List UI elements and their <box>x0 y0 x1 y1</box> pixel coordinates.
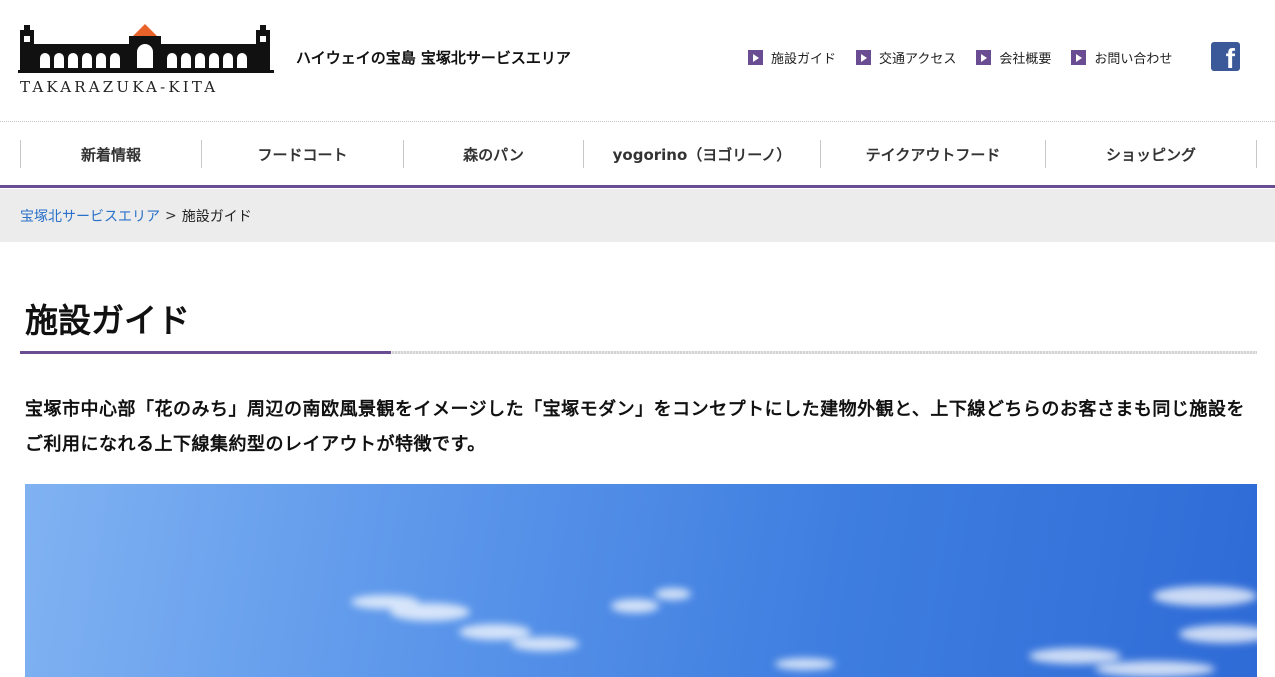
top-links: 施設ガイド 交通アクセス 会社概要 お問い合わせ <box>748 48 1192 67</box>
play-triangle-icon <box>976 50 992 65</box>
nav-item-food-court[interactable]: フードコート <box>201 140 403 168</box>
top-link-company[interactable]: 会社概要 <box>976 48 1051 67</box>
play-triangle-icon <box>856 50 872 65</box>
facebook-icon[interactable]: f <box>1211 42 1240 73</box>
site-title: ハイウェイの宝島 宝塚北サービスエリア <box>296 49 571 67</box>
breadcrumb-separator: > <box>165 207 177 224</box>
page-title: 施設ガイド <box>25 301 190 340</box>
nav-item-forest-bread[interactable]: 森のパン <box>403 140 583 168</box>
nav-item-news[interactable]: 新着情報 <box>20 140 201 168</box>
facility-photo <box>25 484 1257 677</box>
nav-item-takeout[interactable]: テイクアウトフード <box>820 140 1045 168</box>
breadcrumb-home-link[interactable]: 宝塚北サービスエリア <box>20 206 160 226</box>
title-divider-accent <box>20 351 391 354</box>
site-header: TAKARAZUKA-KITA ハイウェイの宝島 宝塚北サービスエリア 施設ガイ… <box>0 0 1275 122</box>
top-link-label: お問い合わせ <box>1094 52 1173 67</box>
sky-clouds-image <box>351 586 1257 677</box>
top-link-label: 会社概要 <box>999 52 1052 67</box>
play-triangle-icon <box>1071 50 1087 65</box>
breadcrumb: 宝塚北サービスエリア > 施設ガイド <box>0 189 1275 242</box>
top-link-contact[interactable]: お問い合わせ <box>1071 48 1172 67</box>
top-link-label: 施設ガイド <box>771 52 837 67</box>
logo-text: TAKARAZUKA-KITA <box>20 78 219 96</box>
top-link-facility-guide[interactable]: 施設ガイド <box>748 48 836 67</box>
nav-item-yogorino[interactable]: yogorino（ヨゴリーノ） <box>583 140 820 168</box>
nav-item-shopping[interactable]: ショッピング <box>1045 140 1257 168</box>
intro-text: 宝塚市中心部「花のみち」周辺の南欧風景観をイメージした「宝塚モダン」をコンセプト… <box>25 399 1245 455</box>
play-triangle-icon <box>748 50 763 65</box>
global-nav: 新着情報 フードコート 森のパン yogorino（ヨゴリーノ） テイクアウトフ… <box>0 122 1275 188</box>
top-link-label: 交通アクセス <box>879 52 957 67</box>
top-link-access[interactable]: 交通アクセス <box>856 48 956 67</box>
breadcrumb-current: 施設ガイド <box>181 208 252 225</box>
